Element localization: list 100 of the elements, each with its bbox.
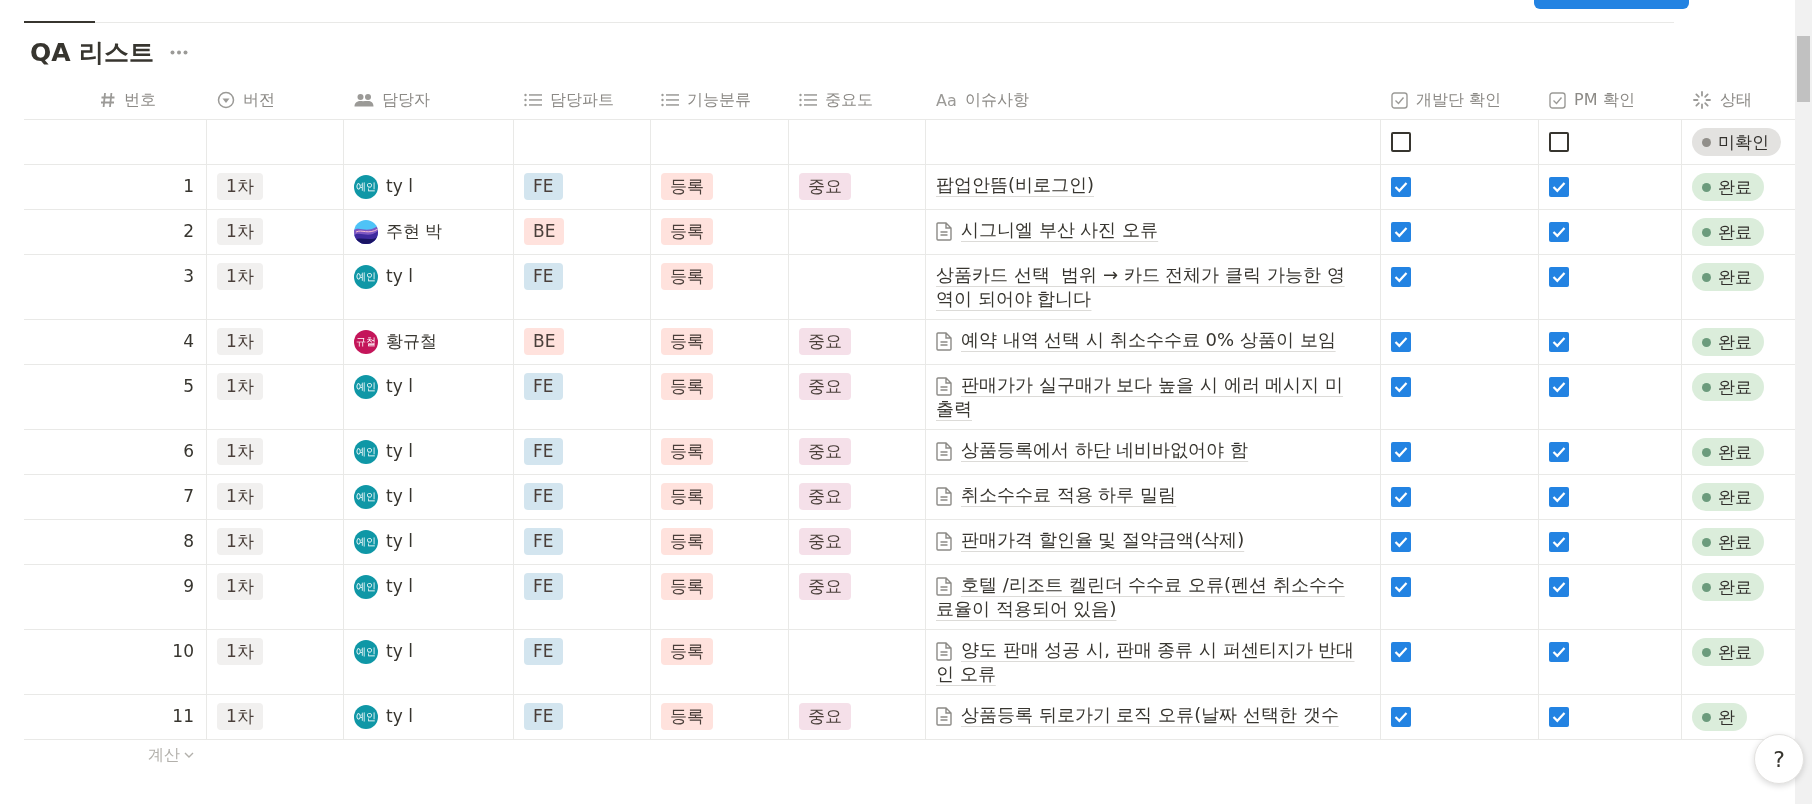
row-number: 4 [183,330,195,353]
status-pill[interactable]: 완료 [1692,328,1764,356]
version-tag: 1차 [217,218,263,245]
avatar: 예인 [354,375,378,399]
version-tag: 1차 [217,483,263,510]
checkbox[interactable] [1391,642,1411,662]
assignee-name: ty l [386,485,413,508]
checkbox[interactable] [1549,442,1569,462]
checkbox[interactable] [1391,707,1411,727]
checkbox[interactable] [1391,487,1411,507]
status-label: 완료 [1718,330,1752,354]
version-tag: 1차 [217,703,263,730]
scrollbar[interactable] [1795,0,1812,804]
avatar: 예인 [354,575,378,599]
status-pill[interactable]: 완료 [1692,263,1764,291]
part-tag: FE [524,173,563,200]
status-pill[interactable]: 완료 [1692,638,1764,666]
status-pill[interactable]: 완료 [1692,373,1764,401]
checkbox[interactable] [1391,577,1411,597]
column-header[interactable]: 중요도 [825,89,873,111]
column-header[interactable]: 개발단 확인 [1416,89,1502,111]
checkbox-icon [1391,91,1408,109]
status-label: 완 [1718,705,1735,729]
version-tag: 1차 [217,263,263,290]
part-tag: BE [524,328,565,355]
checkbox[interactable] [1391,267,1411,287]
issue-title[interactable]: 팝업안뜸(비로그인) [936,173,1356,197]
status-pill[interactable]: 완료 [1692,483,1764,511]
status-pill[interactable]: 완료 [1692,438,1764,466]
scrollbar-thumb[interactable] [1797,36,1810,102]
category-tag: 등록 [661,483,713,510]
version-tag: 1차 [217,373,263,400]
issue-title[interactable]: 상품등록에서 하단 네비바없어야 함 [936,438,1356,462]
assignee-name: 황규철 [386,330,437,353]
issue-title[interactable]: 판매가격 할인율 및 절약금액(삭제) [936,528,1356,552]
importance-tag: 중요 [799,173,851,200]
issue-title[interactable]: 판매가가 실구매가 보다 높을 시 에러 메시지 미출력 [936,373,1356,421]
status-pill[interactable]: 완 [1692,703,1747,731]
avatar: 예인 [354,440,378,464]
row-number: 2 [183,220,195,243]
row-number: 10 [172,640,195,663]
checkbox[interactable] [1549,487,1569,507]
checkbox[interactable] [1391,442,1411,462]
checkbox[interactable] [1549,132,1569,152]
more-icon[interactable] [170,49,189,55]
checkbox[interactable] [1549,222,1569,242]
category-tag: 등록 [661,703,713,730]
version-tag: 1차 [217,573,263,600]
issue-title[interactable]: 상품카드 선택 범위 → 카드 전체가 클릭 가능한 영역이 되어야 합니다 [936,263,1356,311]
importance-tag: 중요 [799,373,851,400]
version-tag: 1차 [217,328,263,355]
checkbox[interactable] [1549,707,1569,727]
status-pill[interactable]: 완료 [1692,218,1764,246]
status-label: 미확인 [1718,130,1769,154]
column-header[interactable]: 상태 [1720,89,1752,111]
category-tag: 등록 [661,438,713,465]
issue-title[interactable]: 양도 판매 성공 시, 판매 종류 시 퍼센티지가 반대인 오류 [936,638,1356,686]
assignee-name: ty l [386,640,413,663]
issue-title[interactable]: 호텔 /리조트 켈린더 수수료 오류(펜션 취소수수료율이 적용되어 있음) [936,573,1356,621]
status-label: 완료 [1718,575,1752,599]
issue-title[interactable]: 취소수수료 적용 하루 밀림 [936,483,1356,507]
checkbox[interactable] [1549,332,1569,352]
issue-title[interactable]: 예약 내역 선택 시 취소수수료 0% 상품이 보임 [936,328,1356,352]
checkbox[interactable] [1391,222,1411,242]
checkbox[interactable] [1391,132,1411,152]
avatar: 예인 [354,705,378,729]
column-header[interactable]: 이슈사항 [964,89,1029,111]
checkbox[interactable] [1549,642,1569,662]
status-pill[interactable]: 완료 [1692,173,1764,201]
status-pill[interactable]: 완료 [1692,528,1764,556]
status-label: 완료 [1718,640,1752,664]
column-header[interactable]: 담당자 [382,89,430,111]
column-header[interactable]: PM 확인 [1574,89,1635,111]
assignee-name: ty l [386,175,413,198]
assignee-name: ty l [386,705,413,728]
checkbox-icon [1549,91,1566,109]
checkbox[interactable] [1391,532,1411,552]
checkbox[interactable] [1549,267,1569,287]
checkbox[interactable] [1549,577,1569,597]
column-header[interactable]: 담당파트 [550,89,614,111]
avatar: 예인 [354,485,378,509]
checkbox[interactable] [1391,332,1411,352]
checkbox[interactable] [1549,377,1569,397]
status-pill[interactable]: 미확인 [1692,128,1781,156]
help-button[interactable]: ? [1754,734,1804,784]
checkbox[interactable] [1549,177,1569,197]
checkbox[interactable] [1391,177,1411,197]
checkbox[interactable] [1391,377,1411,397]
importance-tag: 중요 [799,573,851,600]
column-header[interactable]: 버전 [243,89,275,111]
avatar: 예인 [354,175,378,199]
part-tag: BE [524,218,565,245]
category-tag: 등록 [661,173,713,200]
checkbox[interactable] [1549,532,1569,552]
assignee-name: ty l [386,375,413,398]
status-pill[interactable]: 완료 [1692,573,1764,601]
issue-title[interactable]: 시그니엘 부산 사진 오류 [936,218,1356,242]
part-tag: FE [524,703,563,730]
issue-title[interactable]: 상품등록 뒤로가기 로직 오류(날짜 선택한 갯수 [936,703,1356,727]
version-tag: 1차 [217,173,263,200]
